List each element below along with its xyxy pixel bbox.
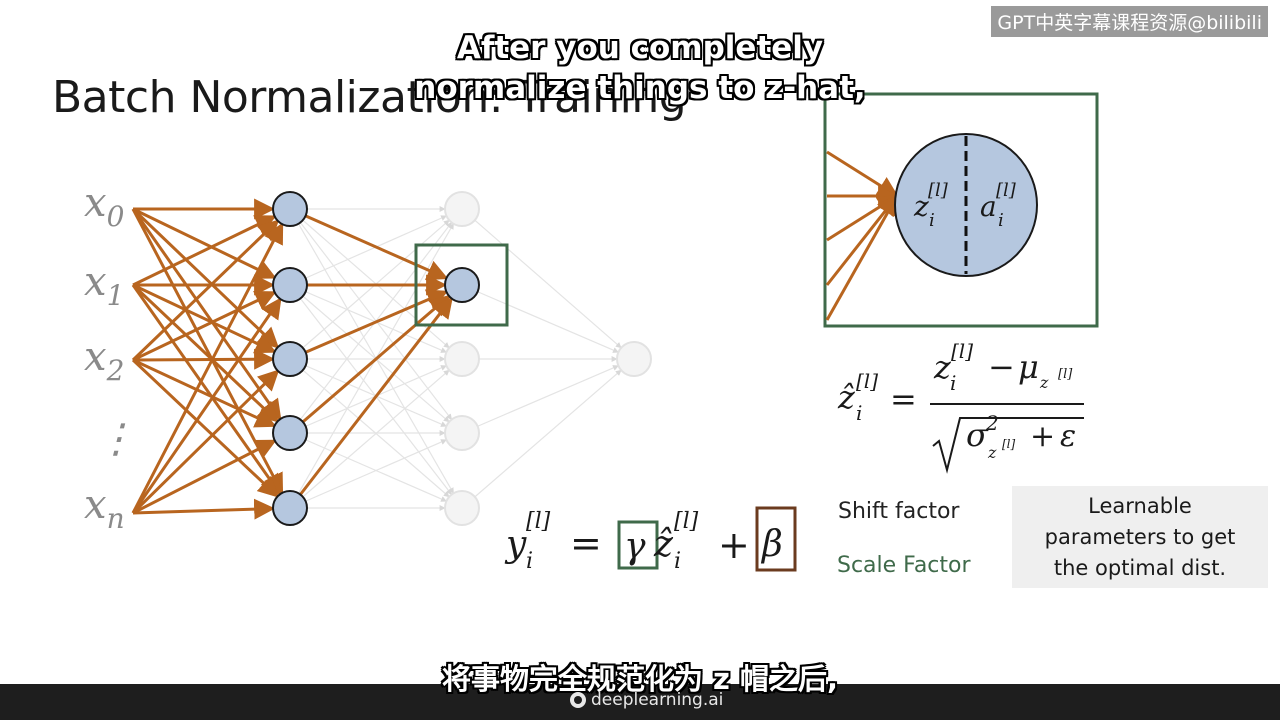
neuron-layer1 bbox=[272, 191, 308, 227]
num-mu-sub: z bbox=[1039, 373, 1049, 392]
zoom-edge bbox=[825, 194, 899, 286]
num-z-sub: i bbox=[950, 371, 956, 395]
zoom-edge bbox=[825, 194, 899, 321]
y-zhat-sup: [l] bbox=[674, 509, 699, 534]
y-lhs-sup: [l] bbox=[526, 509, 551, 534]
subtitle-en-line2: normalize things to z-hat, bbox=[414, 70, 866, 106]
scale-factor-label: Scale Factor bbox=[837, 553, 971, 578]
y-plus: + bbox=[718, 523, 750, 567]
shift-factor-label: Shift factor bbox=[838, 499, 960, 524]
den-eps: ε bbox=[1060, 419, 1076, 454]
zoom-edges bbox=[825, 150, 900, 321]
input-x2: x2 bbox=[84, 334, 124, 387]
y-zhat-sub: i bbox=[674, 549, 681, 574]
zhat-lhs-sub: i bbox=[856, 401, 862, 425]
zoom-z-label: z bbox=[913, 190, 929, 223]
neuron-faint bbox=[444, 415, 480, 451]
beta: β bbox=[760, 524, 783, 565]
input-xn: xn bbox=[84, 482, 125, 535]
orange-edge bbox=[131, 297, 282, 514]
faint-edge bbox=[289, 369, 450, 509]
faint-edge bbox=[461, 369, 622, 509]
learnable-params-note: Learnable parameters to get the optimal … bbox=[1012, 486, 1268, 588]
zoom-edge bbox=[826, 150, 899, 198]
num-z-sup: [l] bbox=[951, 339, 973, 363]
zoom-a-sup: [l] bbox=[996, 180, 1017, 201]
y-zhat: ẑ bbox=[653, 524, 674, 565]
learnable-text: Learnable parameters to get the optimal … bbox=[1044, 493, 1236, 580]
zhat-lhs: ẑ bbox=[837, 378, 856, 416]
den-sigma-sub: z bbox=[987, 443, 997, 462]
brand-text: deeplearning.ai bbox=[591, 690, 724, 710]
y-lhs: y bbox=[504, 524, 527, 565]
y-formula: y i [l] = γ ẑ i [l] + β bbox=[504, 506, 797, 574]
y-eq: = bbox=[570, 521, 602, 565]
zoom-z-sub: i bbox=[929, 210, 935, 231]
orange-edge bbox=[132, 348, 276, 370]
input-x0: x0 bbox=[84, 180, 124, 233]
faint-edge bbox=[289, 208, 450, 349]
input-x1: x1 bbox=[84, 259, 124, 312]
brand: deeplearning.ai bbox=[570, 690, 723, 710]
neuron-focused bbox=[444, 267, 480, 303]
zoom-panel: z i [l] a i [l] bbox=[823, 92, 1099, 328]
num-mu: μ bbox=[1018, 348, 1039, 386]
y-lhs-sub: i bbox=[526, 549, 533, 574]
den-plus: + bbox=[1030, 419, 1055, 454]
zoom-z-sup: [l] bbox=[928, 180, 949, 201]
den-sigma-sq: 2 bbox=[985, 411, 999, 435]
brand-logo-icon bbox=[570, 692, 586, 708]
num-mu-sub-sup: [l] bbox=[1058, 367, 1073, 382]
zoom-a-label: a bbox=[980, 190, 997, 223]
num-minus: − bbox=[988, 348, 1015, 386]
input-labels: x0 x1 x2 ⋮ xn bbox=[84, 180, 136, 535]
gamma: γ bbox=[624, 526, 646, 567]
neuron-layer1 bbox=[272, 341, 308, 377]
zhat-lhs-sup: [l] bbox=[856, 369, 878, 393]
zoom-edge bbox=[826, 194, 899, 242]
zoom-a-sub: i bbox=[998, 210, 1004, 231]
subtitle-en-line1: After you completely bbox=[456, 30, 824, 66]
orange-edge bbox=[132, 498, 276, 520]
neuron-layer1 bbox=[272, 415, 308, 451]
zhat-eq: = bbox=[890, 380, 917, 418]
orange-edge bbox=[132, 439, 277, 515]
zhat-formula: ẑ i [l] = z i [l] − μ z [l] σ 2 z [l] + … bbox=[837, 339, 1084, 474]
orange-edge bbox=[131, 222, 284, 514]
faint-edge bbox=[461, 208, 622, 349]
slide: Batch Normalization: Training x0 x1 x2 ⋮… bbox=[0, 0, 1280, 720]
neuron-faint bbox=[444, 490, 480, 526]
den-sigma-sub-sup: [l] bbox=[1002, 437, 1016, 451]
neuron-faint bbox=[444, 341, 480, 377]
neuron-output-faint bbox=[616, 341, 652, 377]
neuron-faint bbox=[444, 191, 480, 227]
neuron-layer1 bbox=[272, 490, 308, 526]
neuron-layer1 bbox=[272, 267, 308, 303]
faint-edge bbox=[461, 284, 619, 353]
faint-edge bbox=[461, 365, 619, 434]
orange-edge bbox=[131, 283, 280, 423]
network-diagram: x0 x1 x2 ⋮ xn z i [l] a i [l] ẑ i [l] = … bbox=[84, 92, 1099, 574]
input-dots: ⋮ bbox=[96, 416, 136, 462]
